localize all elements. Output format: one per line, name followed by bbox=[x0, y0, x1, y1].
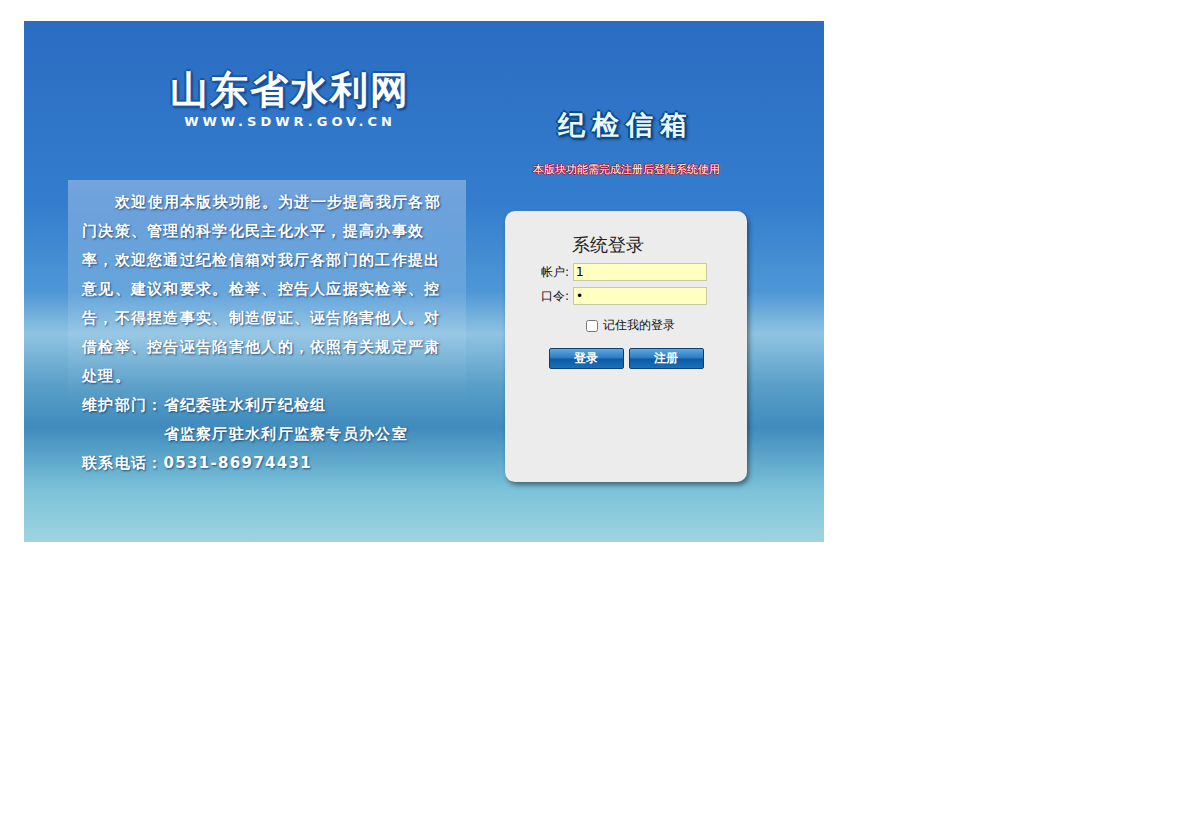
login-button[interactable]: 注册 bbox=[629, 348, 704, 369]
field-label: 帐户: bbox=[541, 264, 573, 281]
intro-panel: 欢迎使用本版块功能。为进一步提高我厅各部门决策、管理的科学化民主化水平，提高办事… bbox=[68, 180, 466, 478]
maintainer-name: 省纪委驻水利厅纪检组 bbox=[164, 391, 453, 420]
site-title: 山东省水利网 bbox=[170, 67, 410, 113]
maintainer-name: 省监察厅驻水利厅监察专员办公室 bbox=[164, 420, 453, 449]
login-box: 系统登录帐户: 口令: 记住我的登录登录注册 bbox=[505, 211, 747, 482]
right-column: 纪检信箱本版块功能需完成注册后登陆系统使用系统登录帐户: 口令: 记住我的登录登录注… bbox=[505, 21, 747, 542]
button-row: 登录注册 bbox=[505, 348, 747, 369]
mailbox-notice: 本版块功能需完成注册后登陆系统使用 bbox=[533, 163, 720, 177]
phone-info: 联系电话：0531-86974431 bbox=[82, 449, 452, 478]
login-field: 帐户: bbox=[505, 263, 747, 281]
login-field: 口令: bbox=[505, 287, 747, 305]
field-input[interactable] bbox=[573, 287, 707, 305]
remember-checkbox[interactable] bbox=[586, 320, 598, 332]
maintainer-label: 维护部门： bbox=[82, 391, 164, 420]
login-title: 系统登录 bbox=[572, 233, 747, 257]
intro-text: 欢迎使用本版块功能。为进一步提高我厅各部门决策、管理的科学化民主化水平，提高办事… bbox=[82, 188, 448, 391]
page: 山东省水利网WWW.SDWR.GOV.CN 欢迎使用本版块功能。为进一步提高我厅各… bbox=[0, 0, 1200, 829]
field-label: 口令: bbox=[541, 288, 573, 305]
remember-label: 记住我的登录 bbox=[603, 317, 675, 334]
site-logo: 山东省水利网WWW.SDWR.GOV.CN bbox=[170, 67, 410, 131]
login-button[interactable]: 登录 bbox=[549, 348, 624, 369]
banner: 山东省水利网WWW.SDWR.GOV.CN 欢迎使用本版块功能。为进一步提高我厅各… bbox=[24, 21, 824, 542]
remember-row[interactable]: 记住我的登录 bbox=[505, 317, 747, 334]
left-column: 山东省水利网WWW.SDWR.GOV.CN 欢迎使用本版块功能。为进一步提高我厅各… bbox=[24, 21, 505, 542]
field-input[interactable] bbox=[573, 263, 707, 281]
phone-label: 联系电话： bbox=[82, 449, 164, 478]
mailbox-title: 纪检信箱 bbox=[558, 107, 694, 143]
phone-number: 0531-86974431 bbox=[164, 449, 453, 478]
maintainer-info: 维护部门：省纪委驻水利厅纪检组省监察厅驻水利厅监察专员办公室 bbox=[82, 391, 452, 449]
site-url: WWW.SDWR.GOV.CN bbox=[184, 113, 396, 131]
